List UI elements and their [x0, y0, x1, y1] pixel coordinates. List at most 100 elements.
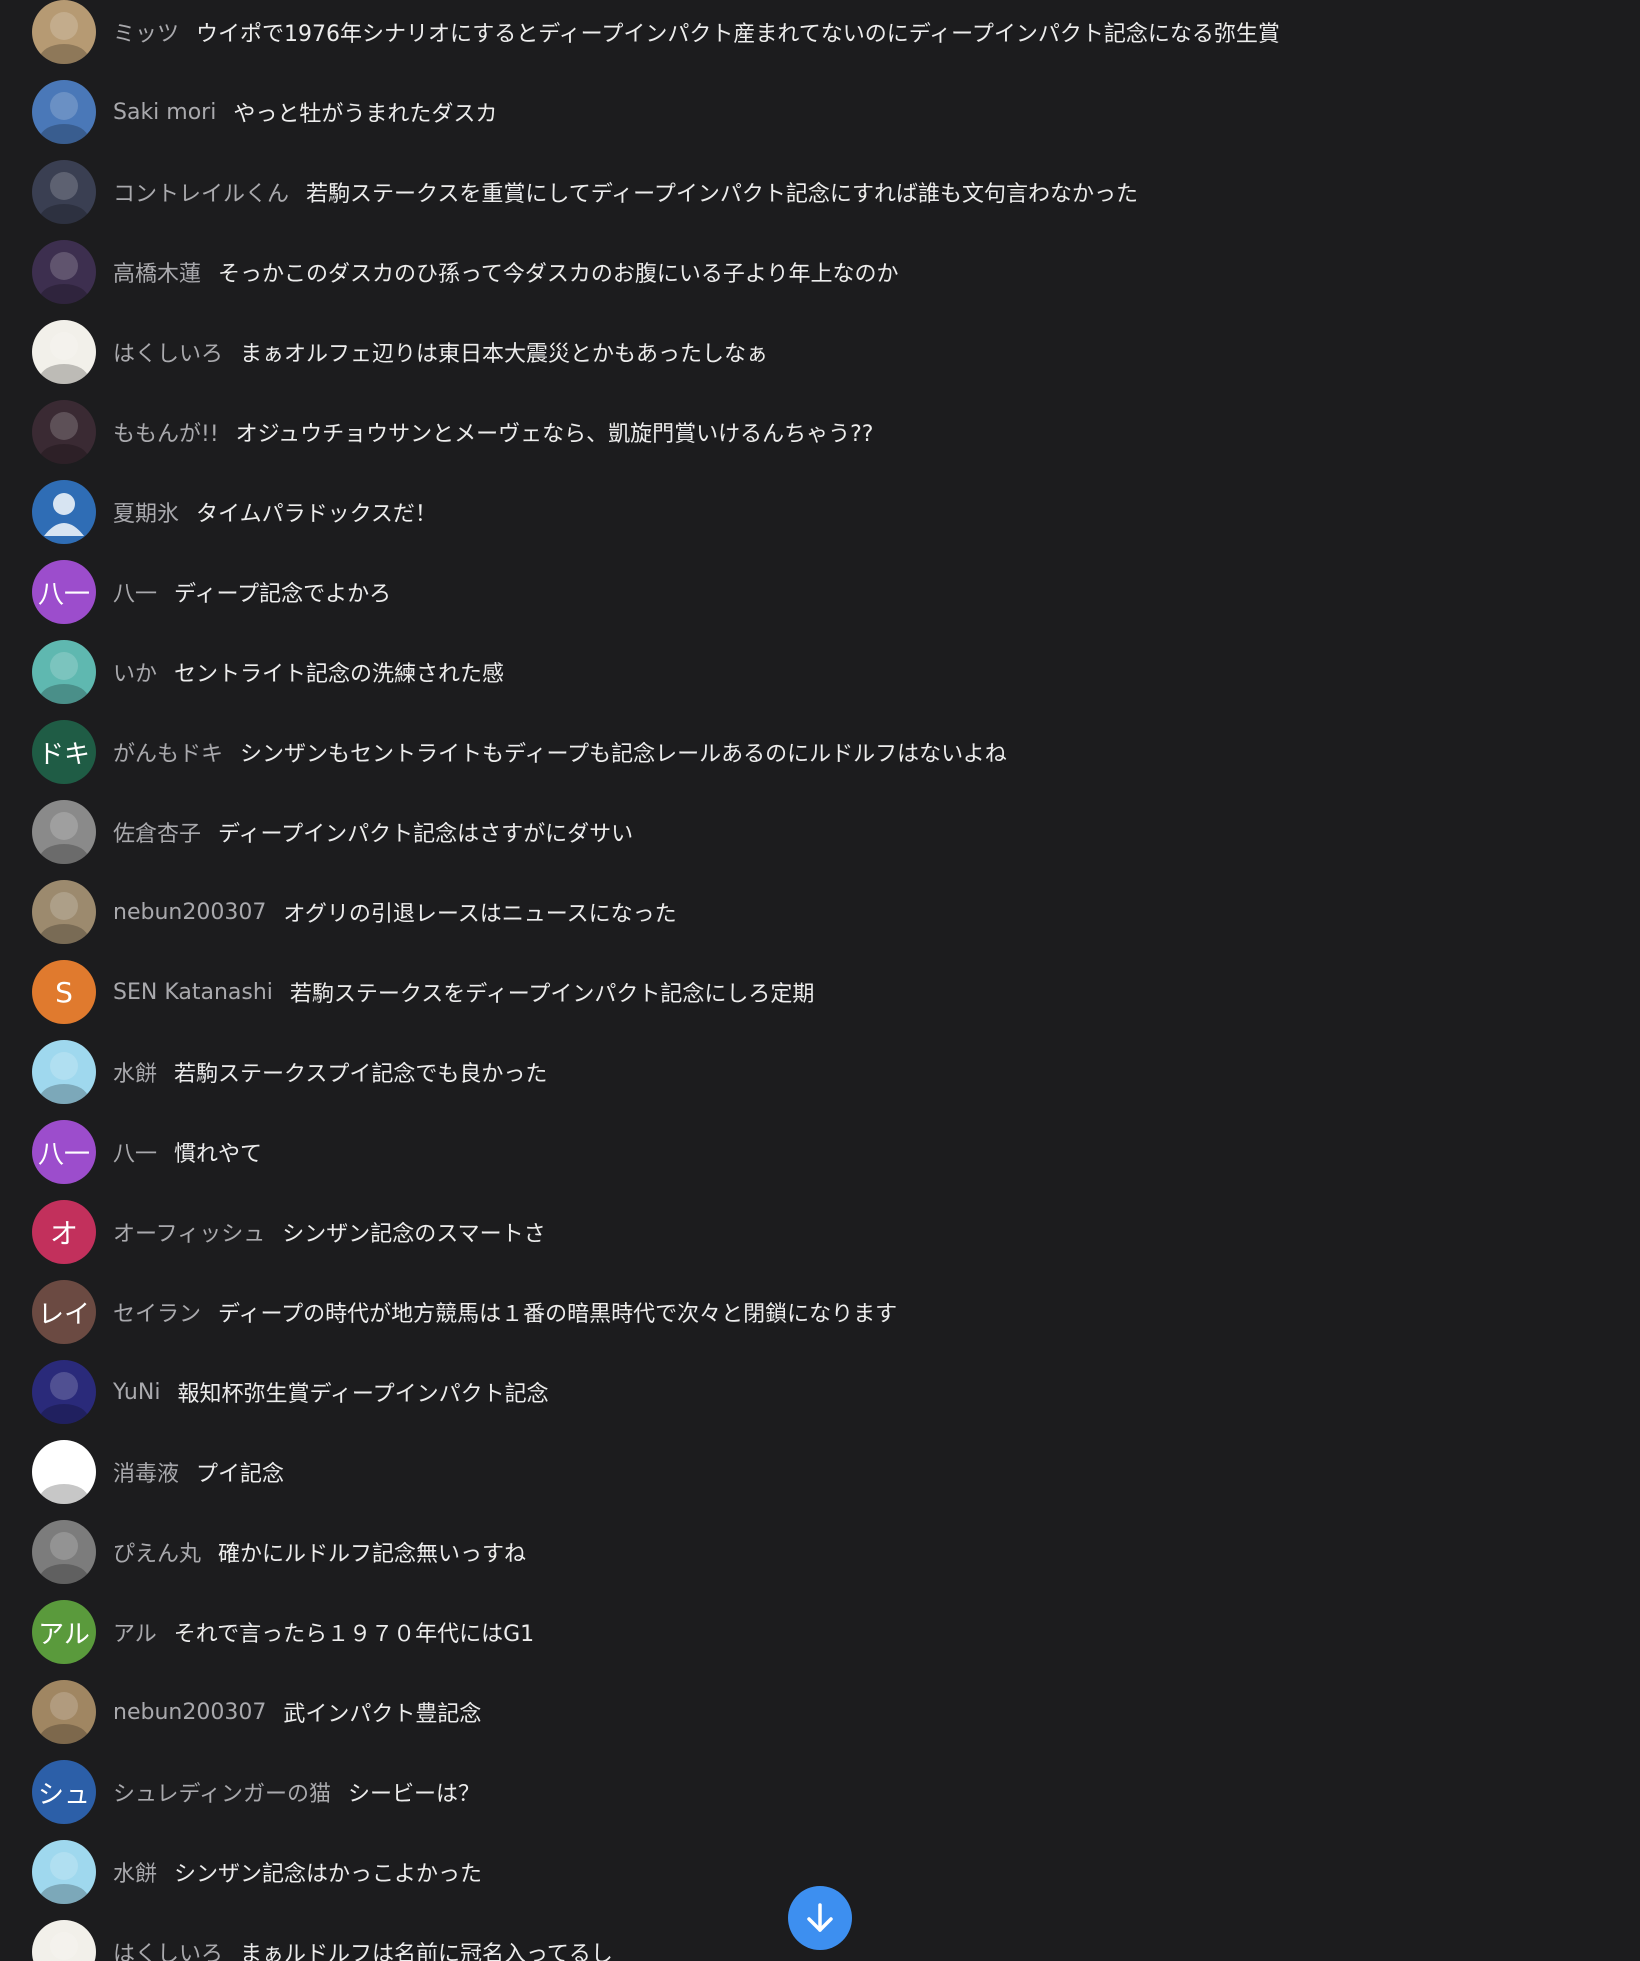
message-text: 若駒ステークスをディープインパクト記念にしろ定期	[289, 982, 815, 1007]
chat-message-row[interactable]: ミッツ ウイポで1976年シナリオにするとディープインパクト産まれてないのにディー…	[32, 0, 1280, 64]
message-author: Saki mori	[113, 99, 217, 125]
arrow-down-icon	[807, 1903, 833, 1932]
pixel-art-avatar-icon[interactable]	[32, 640, 96, 704]
avatar-initial-text: 八一	[37, 1139, 90, 1170]
avatar-initial-text: S	[55, 975, 73, 1009]
avatar-photo-shading	[40, 1372, 88, 1424]
anime-character-avatar-icon[interactable]	[32, 240, 96, 304]
doodle-face-avatar-icon[interactable]	[32, 1440, 96, 1504]
chat-message-row[interactable]: 夏期氷 タイムパラドックスだ！	[32, 480, 437, 544]
message-author: SEN Katanashi	[113, 979, 273, 1005]
message-author: はくしいろ	[113, 342, 224, 367]
message-author: 水餅	[113, 1862, 158, 1887]
chat-message-row[interactable]: ももんが!! オジュウチョウサンとメーヴェなら、凱旋門賞いけるんちゃう??	[32, 400, 873, 464]
message-text: まぁオルフェ辺りは東日本大震災とかもあったしなぁ	[240, 342, 769, 367]
default-person-avatar-icon[interactable]	[32, 480, 96, 544]
message-author: はくしいろ	[113, 1942, 224, 1961]
avatar-photo-shading	[40, 12, 88, 64]
chat-message-row[interactable]: アル アル それで言ったら１９７０年代にはG1	[32, 1600, 534, 1664]
chat-message-row[interactable]: レイ セイラン ディープの時代が地方競馬は１番の暗黒時代で次々と閉鎖になります	[32, 1280, 897, 1344]
avatar-photo-shading	[40, 252, 88, 304]
avatar-initial-text: レイ	[37, 1299, 90, 1330]
anime-character-avatar-icon[interactable]	[32, 1920, 96, 1961]
chat-message-row[interactable]: 水餅 若駒ステークスプイ記念でも良かった	[32, 1040, 547, 1104]
chat-message-row[interactable]: 高橋木蓮 そっかこのダスカのひ孫って今ダスカのお腹にいる子より年上なのか	[32, 240, 898, 304]
message-text: ディープインパクト記念はさすがにダサい	[218, 822, 634, 847]
message-author: 八一	[113, 1142, 158, 1167]
chat-message-row[interactable]: ドキ がんもドキ シンザンもセントライトもディープも記念レールあるのにルドルフはない…	[32, 720, 1007, 784]
message-text: プイ記念	[196, 1462, 285, 1487]
anime-character-avatar-icon[interactable]	[32, 320, 96, 384]
avatar-photo-shading	[40, 1052, 88, 1104]
avatar-photo-shading	[40, 892, 88, 944]
chat-message-row[interactable]: ぴえん丸 確かにルドルフ記念無いっすね	[32, 1520, 526, 1584]
racehorse-avatar-icon[interactable]	[32, 160, 96, 224]
chat-message-row[interactable]: nebun200307 武インパクト豊記念	[32, 1680, 481, 1744]
message-author: ミッツ	[113, 22, 180, 47]
chat-message-row[interactable]: 八一 八一 慣れやて	[32, 1120, 262, 1184]
avatar-photo-shading	[40, 1452, 88, 1504]
chat-message-row[interactable]: はくしいろ まぁルドルフは名前に冠名入ってるし	[32, 1920, 613, 1961]
author-avatar-initial[interactable]: 八一	[32, 560, 96, 624]
chat-message-row[interactable]: 消毒液 プイ記念	[32, 1440, 284, 1504]
author-avatar-initial[interactable]: アル	[32, 1600, 96, 1664]
author-avatar-initial[interactable]: ドキ	[32, 720, 96, 784]
message-text: シービーは？	[348, 1782, 481, 1807]
white-horse-avatar-icon[interactable]	[32, 800, 96, 864]
message-text: それで言ったら１９７０年代にはG1	[173, 1622, 535, 1647]
avatar-photo-icon[interactable]	[32, 0, 96, 64]
message-text: まぁルドルフは名前に冠名入ってるし	[240, 1942, 613, 1961]
chat-message-row[interactable]: 佐倉杏子 ディープインパクト記念はさすがにダサい	[32, 800, 633, 864]
message-text: やっと牡がうまれたダスカ	[233, 102, 498, 127]
chat-message-row[interactable]: nebun200307 オグリの引退レースはニュースになった	[32, 880, 677, 944]
message-text: シンザンもセントライトもディープも記念レールあるのにルドルフはないよね	[240, 742, 1007, 767]
message-author: 高橋木蓮	[113, 262, 202, 287]
anime-character-avatar-icon[interactable]	[32, 1840, 96, 1904]
author-avatar-initial[interactable]: レイ	[32, 1280, 96, 1344]
message-text: 若駒ステークスプイ記念でも良かった	[174, 1062, 548, 1087]
message-text: 報知杯弥生賞ディープインパクト記念	[177, 1382, 549, 1407]
message-author: nebun200307	[113, 1699, 267, 1725]
author-avatar-initial[interactable]: 八一	[32, 1120, 96, 1184]
message-text: タイムパラドックスだ！	[196, 502, 437, 527]
message-text: オジュウチョウサンとメーヴェなら、凱旋門賞いけるんちゃう??	[235, 422, 874, 447]
message-author: 八一	[113, 582, 158, 607]
avatar-photo-shading	[40, 412, 88, 464]
message-author: ぴえん丸	[113, 1542, 202, 1567]
message-author: がんもドキ	[113, 742, 224, 767]
chat-message-row[interactable]: コントレイルくん 若駒ステークスを重賞にしてディープインパクト記念にすれば誰も文句…	[32, 160, 1138, 224]
author-avatar-initial[interactable]: S	[32, 960, 96, 1024]
message-text: シンザン記念はかっこよかった	[174, 1862, 483, 1887]
chat-message-row[interactable]: YuNi 報知杯弥生賞ディープインパクト記念	[32, 1360, 549, 1424]
paint-splatter-avatar-icon[interactable]	[32, 1360, 96, 1424]
cat-avatar-icon[interactable]	[32, 1680, 96, 1744]
chat-message-row[interactable]: オ オーフィッシュ シンザン記念のスマートさ	[32, 1200, 546, 1264]
message-text: 若駒ステークスを重賞にしてディープインパクト記念にすれば誰も文句言わなかった	[306, 182, 1139, 207]
chat-message-row[interactable]: 八一 八一 ディープ記念でよかろ	[32, 560, 391, 624]
chat-message-row[interactable]: いか セントライト記念の洗練された感	[32, 640, 504, 704]
chat-message-row[interactable]: Saki mori やっと牡がうまれたダスカ	[32, 80, 497, 144]
message-author: シュレディンガーの猫	[113, 1782, 332, 1807]
person-silhouette-icon	[44, 493, 84, 536]
message-author: 夏期氷	[113, 502, 180, 527]
horse-mask-avatar-icon[interactable]	[32, 80, 96, 144]
message-author: セイラン	[113, 1302, 202, 1327]
chat-message-row[interactable]: 水餅 シンザン記念はかっこよかった	[32, 1840, 482, 1904]
cat-avatar-icon[interactable]	[32, 1520, 96, 1584]
chat-message-row[interactable]: はくしいろ まぁオルフェ辺りは東日本大震災とかもあったしなぁ	[32, 320, 768, 384]
message-author: コントレイルくん	[113, 182, 290, 207]
message-author: 消毒液	[113, 1462, 180, 1487]
avatar-photo-shading	[40, 1692, 88, 1744]
chat-message-row[interactable]: シュ シュレディンガーの猫 シービーは？	[32, 1760, 480, 1824]
anime-character-avatar-icon[interactable]	[32, 1040, 96, 1104]
avatar-photo-shading	[40, 172, 88, 224]
cat-avatar-icon[interactable]	[32, 880, 96, 944]
message-text: 武インパクト豊記念	[283, 1702, 482, 1727]
message-text: セントライト記念の洗練された感	[174, 662, 505, 687]
message-text: 慣れやて	[174, 1142, 263, 1167]
author-avatar-initial[interactable]: シュ	[32, 1760, 96, 1824]
chat-message-row[interactable]: S SEN Katanashi 若駒ステークスをディープインパクト記念にしろ定期	[32, 960, 814, 1024]
scroll-to-bottom-button[interactable]	[788, 1886, 852, 1950]
author-avatar-initial[interactable]: オ	[32, 1200, 96, 1264]
anime-character-avatar-icon[interactable]	[32, 400, 96, 464]
